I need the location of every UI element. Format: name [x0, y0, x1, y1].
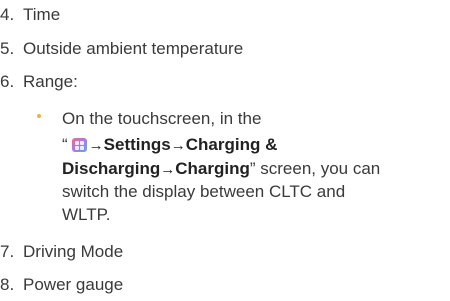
list-item-range: 6. Range:	[0, 71, 78, 92]
menu-charging: Charging	[175, 159, 250, 178]
item-number: 8.	[0, 275, 15, 294]
menu-discharging: Discharging	[62, 159, 161, 178]
list-item-power-gauge: 8. Power gauge	[0, 274, 123, 295]
bullet-dot-icon	[37, 114, 41, 118]
item-label: Range:	[23, 72, 78, 91]
item-label: Power gauge	[23, 275, 124, 294]
item-label: Time	[23, 5, 61, 24]
list-item-time: 4. Time	[0, 4, 60, 25]
range-note-line-3: Discharging→Charging” screen, you can	[62, 158, 380, 180]
item-number: 4.	[0, 5, 15, 24]
open-quote: “	[62, 135, 68, 154]
range-note-line-5: WLTP.	[62, 205, 111, 224]
menu-settings: Settings	[103, 135, 171, 154]
item-number: 7.	[0, 242, 15, 261]
apps-grid-icon	[71, 138, 87, 152]
arrow-icon: →	[170, 137, 186, 154]
screen-text: ” screen, you can	[249, 159, 381, 178]
arrow-icon: →	[88, 137, 104, 154]
range-note-line-2: “→Settings→Charging &	[62, 134, 277, 156]
range-note-line-4: switch the display between CLTC and	[62, 182, 346, 201]
item-number: 6.	[0, 72, 15, 91]
arrow-icon: →	[160, 161, 176, 178]
item-label: Driving Mode	[23, 242, 124, 261]
list-item-outside-temperature: 5. Outside ambient temperature	[0, 38, 243, 59]
menu-charging-discharging: Charging &	[185, 135, 278, 154]
range-note-line-1: On the touchscreen, in the	[62, 109, 262, 128]
item-number: 5.	[0, 39, 15, 58]
item-label: Outside ambient temperature	[23, 39, 244, 58]
list-item-driving-mode: 7. Driving Mode	[0, 241, 123, 262]
